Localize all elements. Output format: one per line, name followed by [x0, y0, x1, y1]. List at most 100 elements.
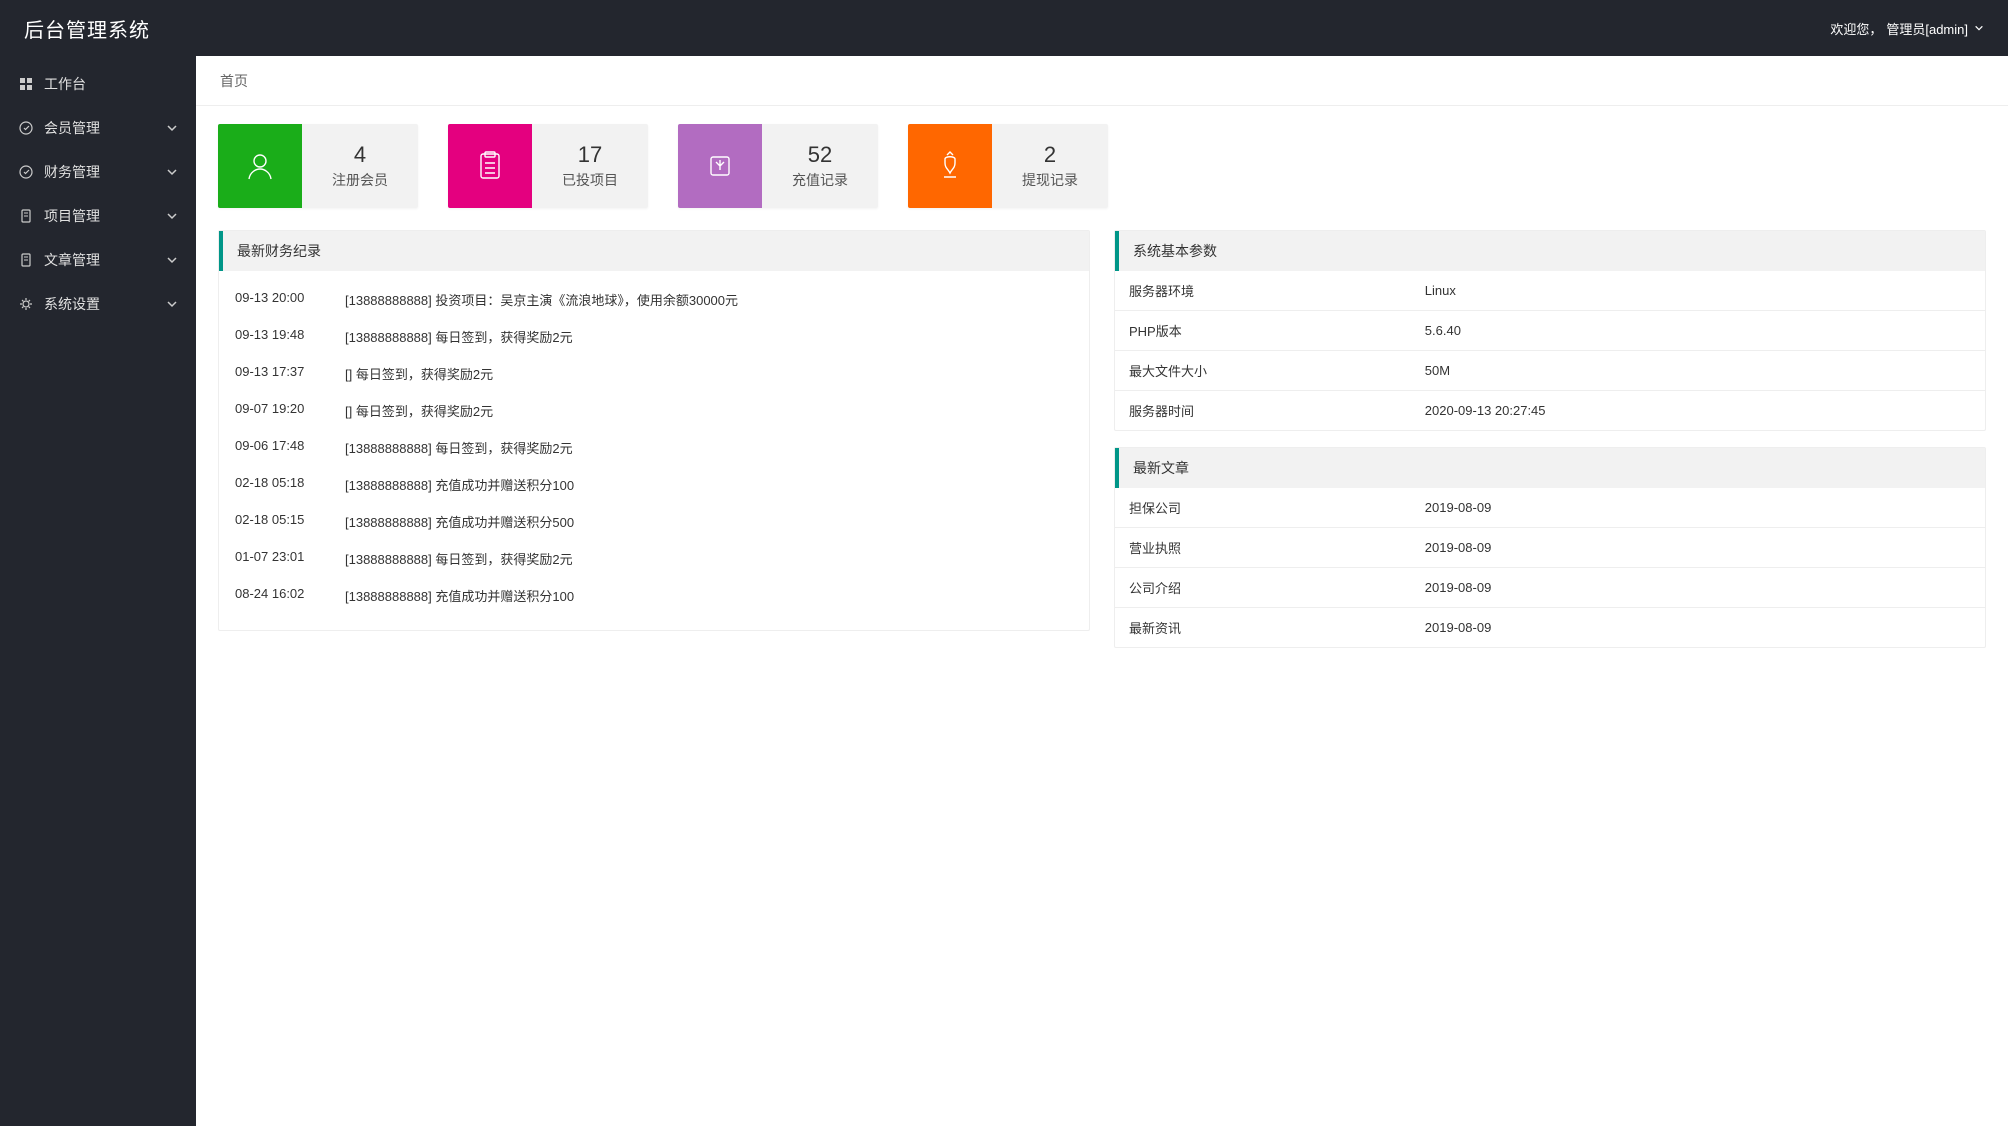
article-row[interactable]: 担保公司2019-08-09: [1115, 488, 1985, 528]
sysinfo-key: 服务器环境: [1115, 271, 1411, 311]
stat-card-members[interactable]: 4 注册会员: [218, 124, 418, 208]
article-date: 2019-08-09: [1411, 528, 1985, 568]
log-time: 08-24 16:02: [235, 586, 321, 605]
stat-card-projects[interactable]: 17 已投项目: [448, 124, 648, 208]
sidebar-item-label: 系统设置: [44, 294, 100, 314]
sysinfo-table: 服务器环境LinuxPHP版本5.6.40最大文件大小50M服务器时间2020-…: [1115, 271, 1985, 430]
chevron-down-icon: [166, 254, 178, 266]
file-icon: [18, 208, 34, 224]
sysinfo-value: 5.6.40: [1411, 311, 1985, 351]
log-time: 02-18 05:15: [235, 512, 321, 531]
clipboard-icon: [448, 124, 532, 208]
article-title: 公司介绍: [1115, 568, 1411, 608]
top-header: 后台管理系统 欢迎您， 管理员[admin]: [0, 0, 2008, 56]
sidebar-item-settings[interactable]: 系统设置: [0, 282, 196, 326]
badge-icon: [18, 164, 34, 180]
badge-icon: [18, 120, 34, 136]
file-icon: [18, 252, 34, 268]
log-time: 01-07 23:01: [235, 549, 321, 568]
stat-label: 已投项目: [562, 170, 618, 190]
sidebar-item-dashboard[interactable]: 工作台: [0, 62, 196, 106]
article-date: 2019-08-09: [1411, 568, 1985, 608]
panel-title: 最新财务纪录: [219, 231, 1089, 271]
finance-log-list: 09-13 20:00[13888888888] 投资项目：吴京主演《流浪地球》…: [235, 281, 1073, 614]
sidebar-item-label: 工作台: [44, 74, 86, 94]
log-message: [13888888888] 每日签到，获得奖励2元: [345, 327, 1073, 346]
log-message: [] 每日签到，获得奖励2元: [345, 364, 1073, 383]
sysinfo-row: 服务器时间2020-09-13 20:27:45: [1115, 391, 1985, 431]
user-menu[interactable]: 欢迎您， 管理员[admin]: [1830, 19, 1984, 38]
sidebar: 工作台 会员管理 财务管理: [0, 56, 196, 1126]
welcome-prefix: 欢迎您，: [1830, 19, 1882, 38]
log-message: [13888888888] 每日签到，获得奖励2元: [345, 549, 1073, 568]
finance-log-row: 02-18 05:15[13888888888] 充值成功并赠送积分500: [235, 503, 1073, 540]
welcome-user: 管理员[admin]: [1886, 19, 1968, 38]
log-time: 09-13 19:48: [235, 327, 321, 346]
log-message: [13888888888] 充值成功并赠送积分100: [345, 475, 1073, 494]
article-title: 营业执照: [1115, 528, 1411, 568]
chevron-down-icon: [166, 166, 178, 178]
stat-number: 2: [1044, 142, 1056, 168]
finance-log-row: 09-13 17:37 [] 每日签到，获得奖励2元: [235, 355, 1073, 392]
sysinfo-row: 最大文件大小50M: [1115, 351, 1985, 391]
withdraw-icon: [908, 124, 992, 208]
finance-log-row: 09-07 19:20 [] 每日签到，获得奖励2元: [235, 392, 1073, 429]
chevron-down-icon: [166, 210, 178, 222]
breadcrumb-home[interactable]: 首页: [220, 71, 248, 91]
stats-row: 4 注册会员 17 已投项目: [218, 124, 1986, 208]
finance-log-row: 08-24 16:02 [13888888888] 充值成功并赠送积分100: [235, 577, 1073, 614]
sysinfo-row: PHP版本5.6.40: [1115, 311, 1985, 351]
finance-log-row: 09-13 19:48 [13888888888] 每日签到，获得奖励2元: [235, 318, 1073, 355]
log-time: 02-18 05:18: [235, 475, 321, 494]
article-row[interactable]: 公司介绍2019-08-09: [1115, 568, 1985, 608]
sidebar-item-projects[interactable]: 项目管理: [0, 194, 196, 238]
gear-icon: [18, 296, 34, 312]
chevron-down-icon: [166, 298, 178, 310]
log-message: [13888888888] 充值成功并赠送积分100: [345, 586, 1073, 605]
sidebar-item-label: 文章管理: [44, 250, 100, 270]
app-logo: 后台管理系统: [24, 14, 150, 43]
sysinfo-key: 服务器时间: [1115, 391, 1411, 431]
panel-finance-log: 最新财务纪录 09-13 20:00[13888888888] 投资项目：吴京主…: [218, 230, 1090, 631]
article-date: 2019-08-09: [1411, 488, 1985, 528]
stat-label: 注册会员: [332, 170, 388, 190]
log-time: 09-13 20:00: [235, 290, 321, 309]
article-date: 2019-08-09: [1411, 608, 1985, 648]
stat-card-withdrawals[interactable]: 2 提现记录: [908, 124, 1108, 208]
stat-number: 52: [808, 142, 832, 168]
sidebar-item-label: 会员管理: [44, 118, 100, 138]
article-row[interactable]: 营业执照2019-08-09: [1115, 528, 1985, 568]
panel-title: 最新文章: [1115, 448, 1985, 488]
panel-title: 系统基本参数: [1115, 231, 1985, 271]
stat-label: 提现记录: [1022, 170, 1078, 190]
chevron-down-icon: [166, 122, 178, 134]
chevron-down-icon: [1972, 22, 1984, 34]
sysinfo-row: 服务器环境Linux: [1115, 271, 1985, 311]
article-title: 最新资讯: [1115, 608, 1411, 648]
finance-log-row: 02-18 05:18 [13888888888] 充值成功并赠送积分100: [235, 466, 1073, 503]
user-icon: [218, 124, 302, 208]
breadcrumb: 首页: [196, 56, 2008, 106]
sysinfo-value: 2020-09-13 20:27:45: [1411, 391, 1985, 431]
log-message: [] 每日签到，获得奖励2元: [345, 401, 1073, 420]
article-title: 担保公司: [1115, 488, 1411, 528]
stat-label: 充值记录: [792, 170, 848, 190]
log-time: 09-13 17:37: [235, 364, 321, 383]
sysinfo-value: Linux: [1411, 271, 1985, 311]
log-time: 09-07 19:20: [235, 401, 321, 420]
sysinfo-value: 50M: [1411, 351, 1985, 391]
sidebar-item-members[interactable]: 会员管理: [0, 106, 196, 150]
panel-sysinfo: 系统基本参数 服务器环境LinuxPHP版本5.6.40最大文件大小50M服务器…: [1114, 230, 1986, 431]
sysinfo-key: PHP版本: [1115, 311, 1411, 351]
sidebar-item-finance[interactable]: 财务管理: [0, 150, 196, 194]
articles-table: 担保公司2019-08-09营业执照2019-08-09公司介绍2019-08-…: [1115, 488, 1985, 647]
main-area: 首页 4 注册会员: [196, 56, 2008, 1126]
finance-log-row: 09-06 17:48[13888888888] 每日签到，获得奖励2元: [235, 429, 1073, 466]
article-row[interactable]: 最新资讯2019-08-09: [1115, 608, 1985, 648]
sidebar-item-label: 财务管理: [44, 162, 100, 182]
stat-card-deposits[interactable]: 52 充值记录: [678, 124, 878, 208]
grid-icon: [18, 76, 34, 92]
sidebar-item-articles[interactable]: 文章管理: [0, 238, 196, 282]
finance-log-row: 01-07 23:01 [13888888888] 每日签到，获得奖励2元: [235, 540, 1073, 577]
deposit-icon: [678, 124, 762, 208]
